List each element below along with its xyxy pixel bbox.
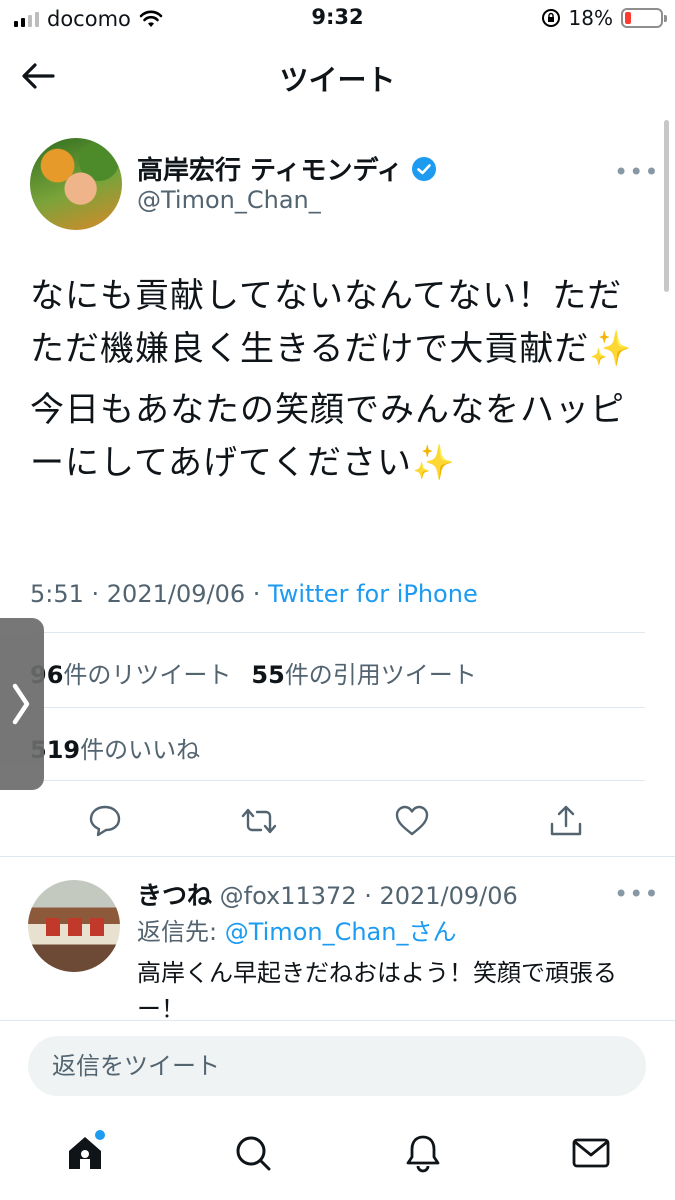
section-divider bbox=[0, 856, 675, 857]
tweet-meta: 5:51 · 2021/09/06 · Twitter for iPhone bbox=[30, 580, 478, 608]
author-name-row: 高岸宏行 ティモンディ bbox=[137, 150, 437, 187]
reply-header: きつね @fox11372 · 2021/09/06 bbox=[137, 876, 518, 912]
tweet-paragraph-1: なにも貢献してないなんてない！ただただ機嫌良く生きるだけで大貢献だ✨ bbox=[30, 276, 633, 369]
header: ツイート bbox=[0, 48, 675, 104]
tweet-timestamp: 5:51 · 2021/09/06 · bbox=[30, 580, 268, 608]
share-icon[interactable] bbox=[547, 802, 585, 840]
more-options-icon[interactable]: ••• bbox=[614, 158, 659, 186]
divider bbox=[30, 632, 645, 633]
retweet-stats[interactable]: 96件のリツイート 55件の引用ツイート bbox=[30, 655, 477, 690]
reply-avatar[interactable] bbox=[28, 880, 120, 972]
status-bar: docomo 9:32 18% bbox=[0, 0, 675, 38]
reply-to: 返信先: @Timon_Chan_さん bbox=[137, 918, 457, 946]
reply-author-handle-date: @fox11372 · 2021/09/06 bbox=[212, 882, 518, 910]
like-count: 519件のいいね bbox=[30, 736, 201, 764]
orientation-lock-icon bbox=[541, 9, 560, 27]
like-stats[interactable]: 519件のいいね bbox=[30, 730, 200, 765]
verified-badge-icon bbox=[411, 156, 436, 181]
reply-input[interactable] bbox=[28, 1036, 646, 1096]
retweet-icon[interactable] bbox=[240, 802, 278, 840]
scrollbar[interactable] bbox=[664, 120, 669, 292]
battery-percent: 18% bbox=[568, 6, 613, 30]
tweet-text: なにも貢献してないなんてない！ただただ機嫌良く生きるだけで大貢献だ✨ 今日もあな… bbox=[30, 270, 650, 498]
tweet-source[interactable]: Twitter for iPhone bbox=[268, 580, 478, 608]
side-panel-handle[interactable] bbox=[0, 618, 44, 790]
reply-author-name[interactable]: きつね bbox=[137, 881, 212, 910]
retweet-count: 96件のリツイート bbox=[30, 661, 232, 689]
battery-icon bbox=[621, 8, 667, 28]
author-handle[interactable]: @Timon_Chan_ bbox=[137, 186, 321, 214]
reply-to-mention[interactable]: @Timon_Chan_さん bbox=[225, 918, 457, 946]
author-avatar[interactable] bbox=[30, 138, 122, 230]
search-icon[interactable] bbox=[231, 1131, 275, 1175]
home-notification-dot bbox=[95, 1130, 105, 1140]
status-right: 18% bbox=[541, 6, 667, 30]
author-name[interactable]: 高岸宏行 ティモンディ bbox=[137, 150, 403, 187]
tweet-actions bbox=[0, 798, 675, 846]
divider bbox=[30, 707, 645, 708]
reply-text: 高岸くん早起きだねおはよう！笑顔で頑張るー！ bbox=[137, 959, 617, 1023]
bell-icon[interactable] bbox=[401, 1131, 445, 1175]
divider bbox=[30, 780, 645, 781]
page-title: ツイート bbox=[279, 63, 396, 97]
chevron-right-icon bbox=[12, 683, 30, 725]
reply-icon[interactable] bbox=[86, 802, 124, 840]
tweet-paragraph-2: 今日もあなたの笑顔でみんなをハッピーにしてあげてください✨ bbox=[30, 390, 625, 483]
quote-count: 55件の引用ツイート bbox=[251, 661, 477, 689]
envelope-icon[interactable] bbox=[569, 1131, 613, 1175]
reply-more-options-icon[interactable]: ••• bbox=[614, 880, 659, 908]
heart-icon[interactable] bbox=[393, 802, 431, 840]
